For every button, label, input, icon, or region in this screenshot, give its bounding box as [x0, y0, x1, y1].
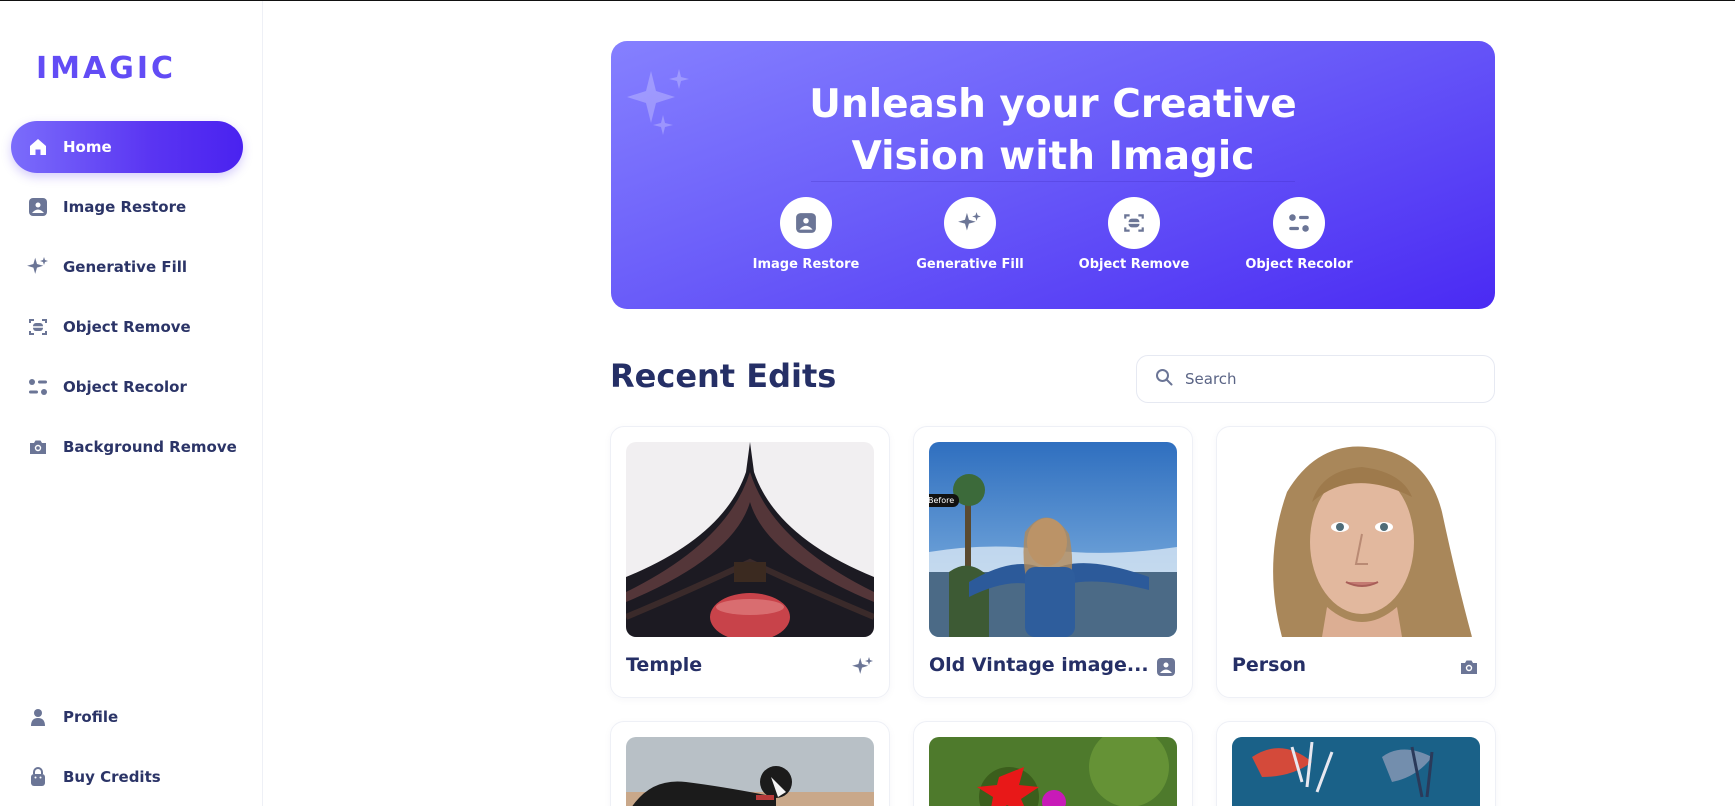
sidebar-item-generative-fill[interactable]: Generative Fill: [11, 241, 243, 293]
hero-title-line-2: Vision with Imagic: [851, 134, 1255, 179]
recent-edit-card-person[interactable]: Person: [1216, 426, 1496, 698]
thumbnail-image: [1232, 442, 1480, 637]
sidebar-item-label: Object Remove: [63, 318, 191, 336]
sidebar-item-label: Profile: [63, 708, 119, 726]
hero-tool-label: Generative Fill: [916, 257, 1024, 272]
sidebar-item-object-recolor[interactable]: Object Recolor: [11, 361, 243, 413]
camera-icon: [27, 436, 49, 458]
hero-tool-generative-fill[interactable]: Generative Fill: [900, 197, 1040, 272]
hero-title-line-1: Unleash your Creative: [809, 82, 1297, 127]
sidebar-item-label: Home: [63, 138, 112, 156]
scan-object-icon: [1108, 197, 1160, 249]
image-icon: [27, 196, 49, 218]
hero-tool-object-remove[interactable]: Object Remove: [1064, 197, 1204, 272]
sidebar-item-label: Object Recolor: [63, 378, 187, 396]
recent-edit-card-old-vintage[interactable]: Before Old Vintage image...: [913, 426, 1193, 698]
recolor-icon: [27, 376, 49, 398]
image-icon: [1154, 655, 1178, 679]
hero-tool-object-recolor[interactable]: Object Recolor: [1229, 197, 1369, 272]
home-icon: [27, 136, 49, 158]
thumbnail-image: [929, 737, 1177, 806]
thumbnail-image: [626, 737, 874, 806]
sidebar: IMAGIC Home Image Restore Generative Fil…: [0, 1, 263, 806]
hero-tool-label: Object Recolor: [1245, 257, 1353, 272]
sidebar-item-home[interactable]: Home: [11, 121, 243, 173]
recent-edit-card[interactable]: [610, 721, 890, 806]
sidebar-item-label: Background Remove: [63, 438, 237, 456]
sidebar-item-background-remove[interactable]: Background Remove: [11, 421, 243, 473]
sidebar-item-buy-credits[interactable]: Buy Credits: [11, 751, 243, 803]
section-title-recent-edits: Recent Edits: [610, 357, 837, 395]
hero-banner: Unleash your Creative Vision with Imagic…: [611, 41, 1495, 309]
bag-icon: [27, 766, 49, 788]
app-logo[interactable]: IMAGIC: [36, 51, 176, 86]
sparkles-icon: [944, 197, 996, 249]
thumbnail-image: Before: [929, 442, 1177, 637]
search-icon: [1155, 368, 1173, 390]
recent-edit-card[interactable]: [913, 721, 1193, 806]
thumbnail-image: [626, 442, 874, 637]
hero-tool-label: Image Restore: [752, 257, 860, 272]
scan-object-icon: [27, 316, 49, 338]
hero-divider: [811, 181, 1295, 182]
card-title: Old Vintage image...: [929, 654, 1149, 676]
hero-tool-image-restore[interactable]: Image Restore: [736, 197, 876, 272]
search-box: [1136, 355, 1495, 403]
search-input[interactable]: [1185, 370, 1465, 388]
sidebar-item-label: Buy Credits: [63, 768, 161, 786]
thumbnail-image: [1232, 737, 1480, 806]
image-icon: [780, 197, 832, 249]
sidebar-item-object-remove[interactable]: Object Remove: [11, 301, 243, 353]
card-title: Person: [1232, 654, 1307, 676]
sparkles-icon: [851, 655, 875, 679]
sparkles-icon: [27, 256, 49, 278]
recent-edit-card-temple[interactable]: Temple: [610, 426, 890, 698]
card-title: Temple: [626, 654, 703, 676]
sidebar-item-label: Generative Fill: [63, 258, 188, 276]
camera-icon: [1457, 655, 1481, 679]
recolor-icon: [1273, 197, 1325, 249]
hero-tool-label: Object Remove: [1078, 257, 1190, 272]
sidebar-item-image-restore[interactable]: Image Restore: [11, 181, 243, 233]
user-icon: [27, 706, 49, 728]
before-badge: Before: [929, 494, 960, 507]
sidebar-item-label: Image Restore: [63, 198, 187, 216]
sidebar-item-profile[interactable]: Profile: [11, 691, 243, 743]
recent-edit-card[interactable]: [1216, 721, 1496, 806]
